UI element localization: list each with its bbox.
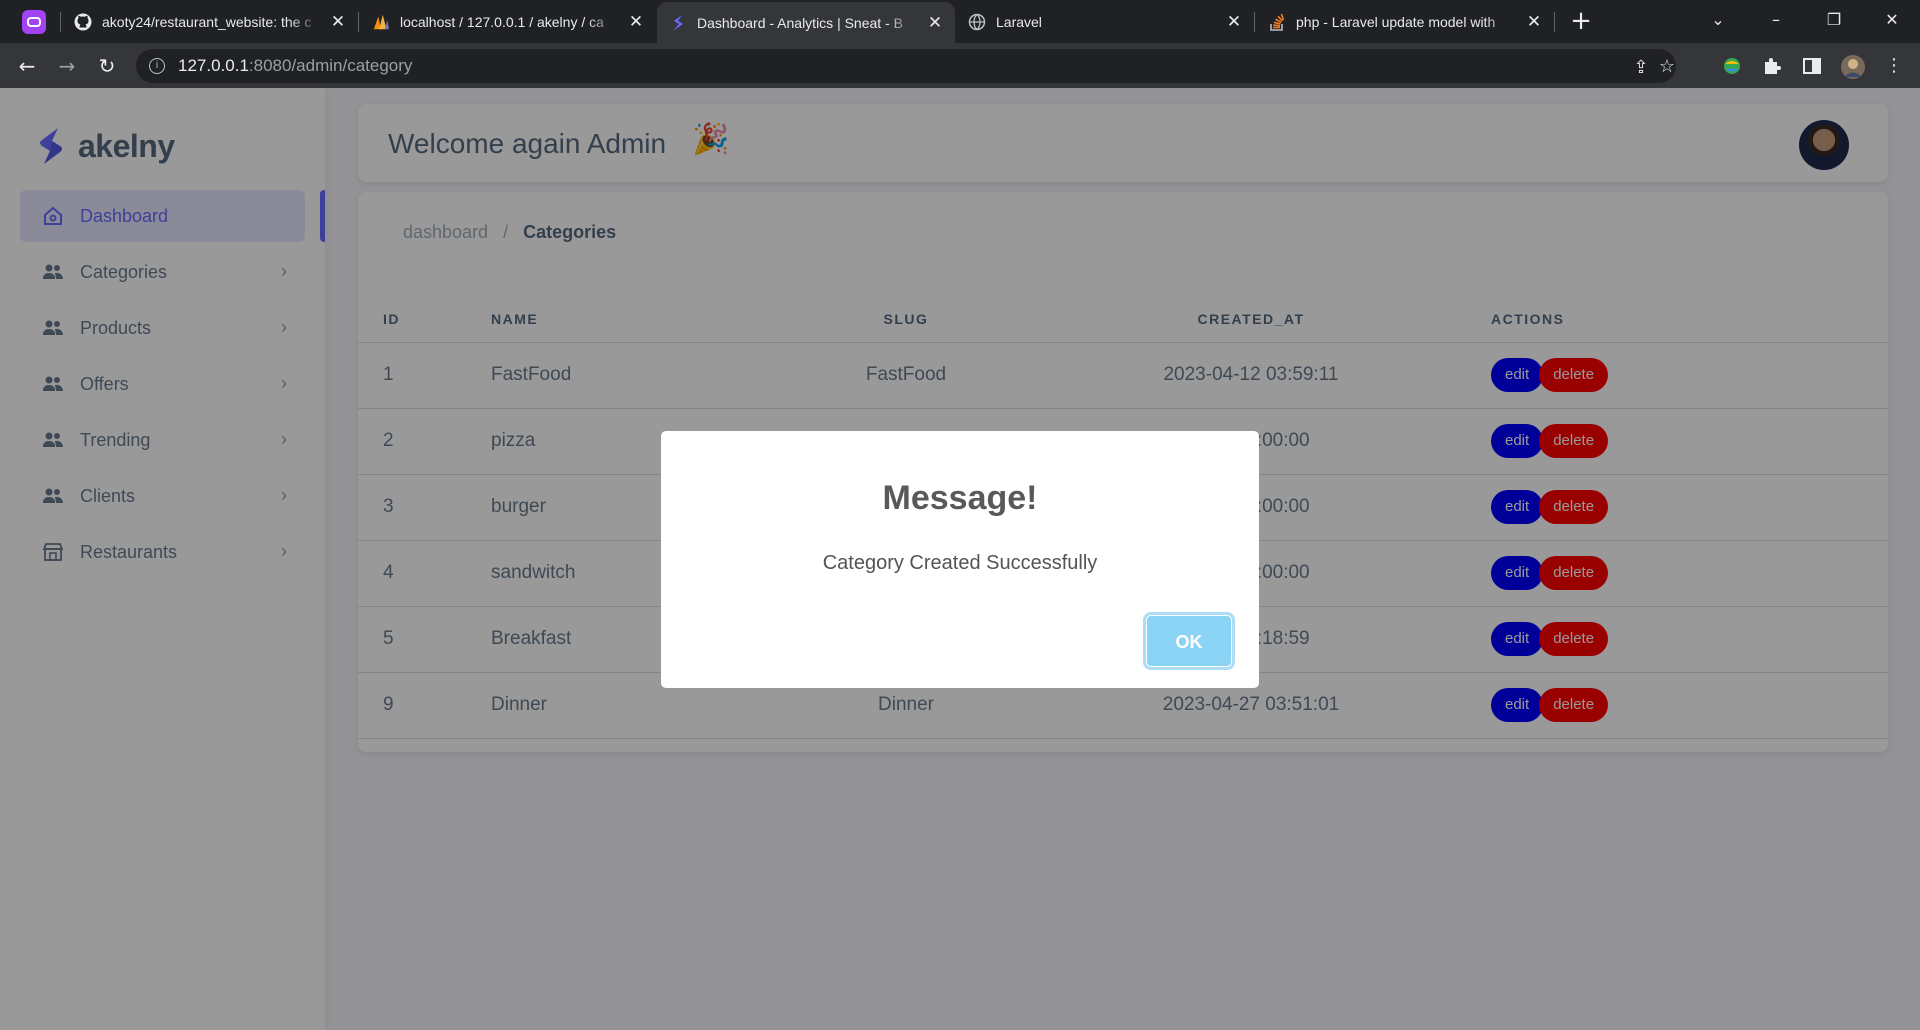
- tab-title: Laravel: [996, 13, 1042, 30]
- tab-search-icon[interactable]: ⌄: [1690, 0, 1746, 43]
- close-window-button[interactable]: ✕: [1864, 0, 1920, 43]
- minimize-button[interactable]: –: [1748, 0, 1804, 43]
- back-icon[interactable]: ←: [13, 52, 41, 80]
- profile-avatar-icon[interactable]: [1840, 54, 1865, 79]
- phpmyadmin-icon: [372, 13, 390, 31]
- site-info-icon[interactable]: i: [149, 58, 165, 74]
- stackoverflow-icon: [1268, 13, 1286, 31]
- tab-title: Dashboard - Analytics | Sneat - B: [697, 14, 903, 31]
- close-icon[interactable]: ✕: [330, 13, 346, 30]
- extension-icon[interactable]: [1720, 54, 1744, 78]
- reload-icon[interactable]: ↻: [93, 52, 121, 80]
- bookmark-star-icon[interactable]: ☆: [1656, 56, 1678, 77]
- tab-separator: [1254, 12, 1255, 32]
- tab-separator: [358, 12, 359, 32]
- close-icon[interactable]: ✕: [628, 13, 644, 30]
- github-icon: [74, 13, 92, 31]
- share-icon[interactable]: ⇪: [1630, 57, 1652, 78]
- side-panel-icon[interactable]: [1800, 54, 1824, 78]
- tab-separator: [1554, 12, 1555, 32]
- forward-icon[interactable]: →: [53, 52, 81, 80]
- restore-button[interactable]: ❐: [1806, 0, 1862, 43]
- close-icon[interactable]: ✕: [927, 14, 943, 31]
- dialog-title: Message!: [882, 479, 1038, 517]
- new-tab-button[interactable]: +: [1568, 8, 1594, 35]
- browser-tab-bar: akoty24/restaurant_website: the c ✕ loca…: [0, 0, 1920, 43]
- browser-tab[interactable]: akoty24/restaurant_website: the c ✕: [62, 0, 358, 43]
- success-dialog: Message! Category Created Successfully O…: [661, 431, 1259, 688]
- browser-tab[interactable]: Laravel ✕: [956, 0, 1254, 43]
- close-icon[interactable]: ✕: [1526, 13, 1542, 30]
- tab-title: localhost / 127.0.0.1 / akelny / ca: [400, 13, 604, 30]
- tab-title: php - Laravel update model with: [1296, 13, 1496, 30]
- dialog-message: Category Created Successfully: [822, 552, 1098, 574]
- address-bar[interactable]: i 127.0.0.1:8080/admin/category ⇪ ☆: [136, 49, 1676, 83]
- close-icon[interactable]: ✕: [1226, 13, 1242, 30]
- browser-tab-active[interactable]: Dashboard - Analytics | Sneat - B ✕: [657, 2, 955, 43]
- tab-title: akoty24/restaurant_website: the c: [102, 13, 312, 30]
- ok-button[interactable]: OK: [1146, 615, 1232, 667]
- browser-tab[interactable]: php - Laravel update model with ✕: [1256, 0, 1554, 43]
- kebab-menu-icon[interactable]: ⋮: [1880, 52, 1908, 80]
- profile-icon[interactable]: [22, 10, 46, 34]
- browser-toolbar: ← → ↻ i 127.0.0.1:8080/admin/category ⇪ …: [0, 43, 1920, 88]
- sneat-icon: [669, 14, 687, 32]
- browser-tab[interactable]: localhost / 127.0.0.1 / akelny / ca ✕: [360, 0, 656, 43]
- tab-separator: [60, 12, 61, 32]
- puzzle-icon[interactable]: [1760, 54, 1784, 78]
- url-text: 127.0.0.1:8080/admin/category: [178, 56, 413, 75]
- globe-icon: [968, 13, 986, 31]
